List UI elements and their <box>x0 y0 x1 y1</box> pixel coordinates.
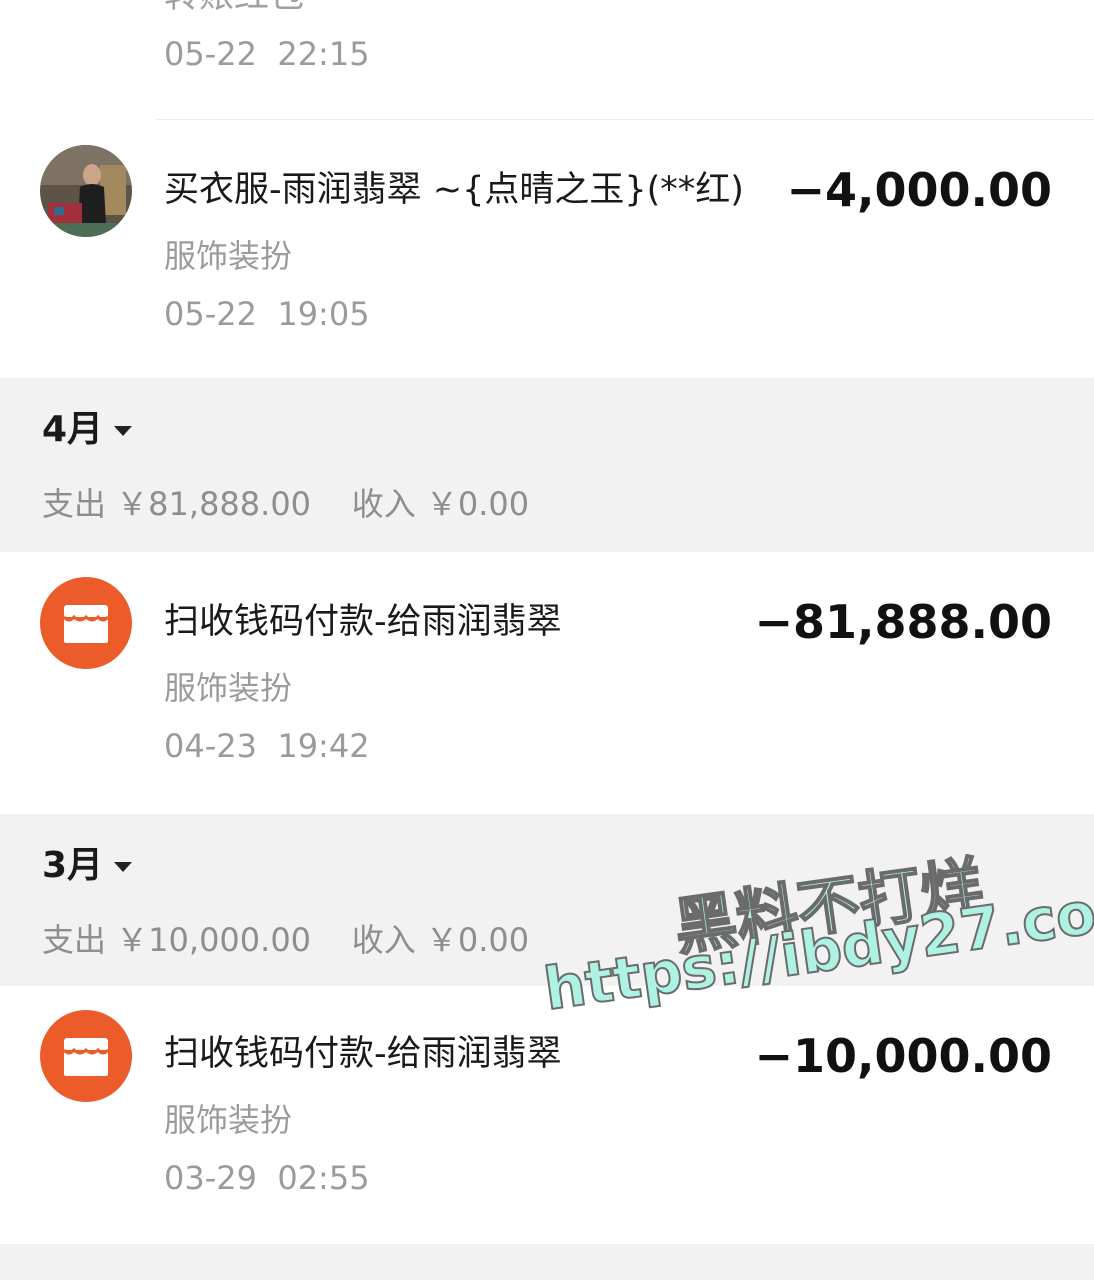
caret-down-icon[interactable] <box>114 426 132 436</box>
user-photo-avatar <box>40 145 132 237</box>
transaction-amount: −4,000.00 <box>786 163 1052 217</box>
transaction-title: 扫收钱码付款-给雨润翡翠 <box>164 602 562 642</box>
caret-down-icon[interactable] <box>114 862 132 872</box>
month-selector[interactable]: 3月 <box>42 844 103 888</box>
bill-list-page: 转账红包 05-22 22:15 买衣服-雨润翡翠 ~{点晴之玉}(**红) −… <box>0 0 1094 1280</box>
store-icon <box>40 1010 132 1102</box>
transaction-row[interactable]: 扫收钱码付款-给雨润翡翠 −10,000.00 服饰装扮 03-29 02:55 <box>0 986 1094 1244</box>
transaction-category: 服饰装扮 <box>164 669 293 707</box>
transaction-time: 05-22 22:15 <box>164 35 370 73</box>
month-header-april: 4月 支出 ￥81,888.00 收入 ￥0.00 <box>0 378 1094 552</box>
bottom-section-strip <box>0 1244 1094 1280</box>
transaction-row-partial[interactable]: 转账红包 05-22 22:15 <box>0 0 1094 120</box>
transaction-time: 05-22 19:05 <box>164 295 370 333</box>
transaction-title: 买衣服-雨润翡翠 ~{点晴之玉}(**红) <box>164 170 744 210</box>
transaction-row[interactable]: 扫收钱码付款-给雨润翡翠 −81,888.00 服饰装扮 04-23 19:42 <box>0 552 1094 814</box>
transaction-amount: −81,888.00 <box>754 595 1052 649</box>
month-selector[interactable]: 4月 <box>42 408 103 452</box>
transaction-row[interactable]: 买衣服-雨润翡翠 ~{点晴之玉}(**红) −4,000.00 服饰装扮 05-… <box>0 120 1094 378</box>
transaction-title: 转账红包 <box>164 0 304 18</box>
transaction-amount: −10,000.00 <box>754 1029 1052 1083</box>
month-summary: 支出 ￥81,888.00 收入 ￥0.00 <box>42 485 530 523</box>
transaction-title: 扫收钱码付款-给雨润翡翠 <box>164 1034 562 1074</box>
month-summary: 支出 ￥10,000.00 收入 ￥0.00 <box>42 921 530 959</box>
store-icon <box>40 577 132 669</box>
transaction-category: 服饰装扮 <box>164 1101 293 1139</box>
transaction-time: 04-23 19:42 <box>164 727 370 765</box>
transaction-category: 服饰装扮 <box>164 237 293 275</box>
transaction-time: 03-29 02:55 <box>164 1159 370 1197</box>
